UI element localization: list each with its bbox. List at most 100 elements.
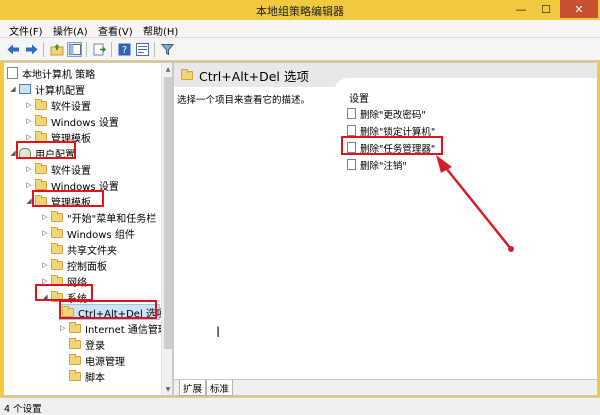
tree-item-power[interactable]: 电源管理: [59, 352, 125, 368]
properties-button[interactable]: [135, 42, 150, 57]
policy-setting-icon: [347, 108, 356, 119]
collapsed-arrow-icon[interactable]: ▷: [41, 213, 49, 221]
tree-item-computer-software[interactable]: ▷ 软件设置: [25, 97, 91, 113]
setting-remove-task-manager[interactable]: 删除"任务管理器": [347, 140, 435, 155]
setting-label: 删除"锁定计算机": [360, 126, 436, 138]
tree-item-computer-config[interactable]: ◢ 计算机配置: [9, 81, 85, 97]
tree-pane-icon: [68, 44, 81, 55]
folder-icon: [35, 194, 47, 206]
tree-scrollbar[interactable]: ▲ ▼: [161, 63, 172, 395]
tree-item-label: 用户配置: [35, 149, 75, 161]
setting-remove-logoff[interactable]: 删除"注销": [347, 157, 407, 172]
tree-item-windows-components[interactable]: ▷ Windows 组件: [41, 225, 135, 241]
policy-setting-icon: [347, 159, 356, 170]
tree-item-internet-comm[interactable]: ▷ Internet 通信管理: [59, 320, 168, 336]
help-button[interactable]: ?: [117, 42, 132, 57]
tree-item-control-panel[interactable]: ▷ 控制面板: [41, 257, 107, 273]
collapsed-arrow-icon[interactable]: ▷: [41, 277, 49, 285]
up-level-button[interactable]: [49, 42, 64, 57]
collapsed-arrow-icon[interactable]: ▷: [25, 117, 33, 125]
tree-item-user-windows[interactable]: ▷ Windows 设置: [25, 177, 119, 193]
collapsed-arrow-icon[interactable]: ▷: [25, 165, 33, 173]
back-button[interactable]: [6, 42, 21, 57]
tree-item-label: Internet 通信管理: [85, 324, 168, 336]
export-list-button[interactable]: [92, 42, 107, 57]
forward-button[interactable]: [24, 42, 39, 57]
folder-icon: [35, 114, 47, 126]
tree-item-root[interactable]: 本地计算机 策略: [7, 65, 95, 81]
tree-pane[interactable]: 本地计算机 策略 ◢ 计算机配置 ▷ 软件设置 ▷ Windows 设置 ▷ 管…: [3, 62, 173, 396]
details-title: Ctrl+Alt+Del 选项: [199, 68, 309, 84]
back-arrow-icon: [7, 44, 19, 55]
status-text: 4 个设置: [4, 404, 42, 415]
tree-item-label: 控制面板: [67, 261, 107, 273]
setting-remove-lock-computer[interactable]: 删除"锁定计算机": [347, 123, 435, 138]
tab-extended[interactable]: 扩展: [179, 380, 207, 396]
scroll-thumb[interactable]: [164, 77, 172, 349]
tree-item-label: 软件设置: [51, 165, 91, 177]
folder-icon: [62, 305, 74, 317]
expanded-arrow-icon[interactable]: ◢: [41, 293, 49, 301]
tree-item-label: Windows 设置: [51, 181, 119, 193]
filter-icon: [161, 44, 174, 56]
setting-label: 删除"更改密码": [360, 109, 426, 121]
tree-item-ctrl-alt-del[interactable]: Ctrl+Alt+Del 选项: [59, 304, 166, 320]
collapsed-arrow-icon[interactable]: ▷: [41, 229, 49, 237]
setting-remove-change-password[interactable]: 删除"更改密码": [347, 106, 426, 121]
folder-icon: [35, 98, 47, 110]
expanded-arrow-icon[interactable]: ◢: [25, 197, 33, 205]
filter-button[interactable]: [160, 42, 175, 57]
tree-item-user-software[interactable]: ▷ 软件设置: [25, 161, 91, 177]
tree-item-user-admin[interactable]: ◢ 管理模板: [25, 193, 91, 209]
tree-item-label: Ctrl+Alt+Del 选项: [78, 308, 166, 320]
collapsed-arrow-icon[interactable]: ▷: [25, 133, 33, 141]
tree-item-label: 共享文件夹: [67, 245, 117, 257]
scroll-down-icon[interactable]: ▼: [162, 383, 172, 395]
tab-standard[interactable]: 标准: [206, 380, 234, 396]
collapsed-arrow-icon[interactable]: ▷: [41, 261, 49, 269]
tree-item-label: 计算机配置: [35, 85, 85, 97]
tree-item-system[interactable]: ◢ 系统: [41, 289, 87, 305]
tree-item-label: 本地计算机 策略: [22, 69, 96, 81]
menu-action[interactable]: 操作(A): [53, 23, 88, 38]
menu-bar: 文件(F) 操作(A) 查看(V) 帮助(H): [0, 20, 600, 38]
toolbar-separator: [43, 42, 44, 57]
policy-setting-icon: [347, 125, 356, 136]
show-hide-tree-button[interactable]: [67, 42, 82, 57]
toolbar: ?: [0, 38, 600, 61]
folder-icon: [69, 337, 81, 349]
folder-icon: [35, 130, 47, 142]
menu-help[interactable]: 帮助(H): [143, 23, 178, 38]
menu-view[interactable]: 查看(V): [98, 23, 133, 38]
collapsed-arrow-icon[interactable]: ▷: [25, 101, 33, 109]
expanded-arrow-icon[interactable]: ◢: [9, 85, 17, 93]
maximize-button[interactable]: ☐: [534, 0, 558, 18]
setting-label: 删除"注销": [360, 160, 407, 172]
minimize-button[interactable]: —: [508, 0, 534, 18]
help-icon: ?: [118, 43, 131, 56]
folder-icon: [181, 68, 193, 80]
scroll-up-icon[interactable]: ▲: [162, 63, 172, 75]
tree-item-label: Windows 设置: [51, 117, 119, 129]
tree-item-shared-folders[interactable]: 共享文件夹: [41, 241, 117, 257]
tree-item-network[interactable]: ▷ 网络: [41, 273, 87, 289]
toolbar-separator: [154, 42, 155, 57]
collapsed-arrow-icon[interactable]: ▷: [59, 324, 67, 332]
ibeam-cursor-icon: I: [216, 325, 221, 341]
setting-label: 删除"任务管理器": [360, 143, 436, 155]
tree-item-label: 软件设置: [51, 101, 91, 113]
status-bar: 4 个设置: [0, 397, 600, 415]
tree-item-computer-admin[interactable]: ▷ 管理模板: [25, 129, 91, 145]
computer-icon: [19, 84, 31, 94]
tree-item-logon[interactable]: 登录: [59, 336, 105, 352]
menu-file[interactable]: 文件(F): [9, 23, 43, 38]
tree-item-scripts[interactable]: 脚本: [59, 368, 105, 384]
expanded-arrow-icon[interactable]: ◢: [9, 149, 17, 157]
tree-item-user-config[interactable]: ◢ 用户配置: [9, 145, 75, 161]
policy-setting-icon: [347, 142, 356, 153]
close-button[interactable]: ✕: [560, 0, 598, 18]
tree-item-computer-windows[interactable]: ▷ Windows 设置: [25, 113, 119, 129]
settings-column-header[interactable]: 设置: [349, 90, 369, 105]
tree-item-start-menu[interactable]: ▷ "开始"菜单和任务栏: [41, 209, 156, 225]
collapsed-arrow-icon[interactable]: ▷: [25, 181, 33, 189]
